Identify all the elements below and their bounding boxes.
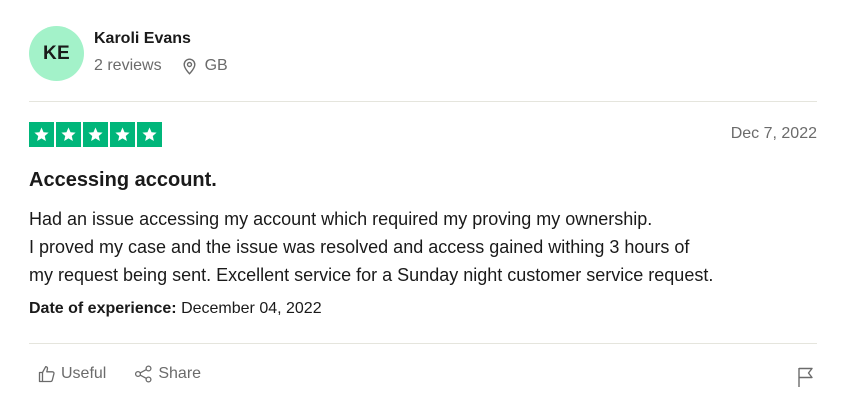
star-rating [29,122,162,147]
report-flag-button[interactable] [796,366,816,393]
star-icon [137,122,162,147]
review-actions: Useful Share [38,365,229,383]
share-icon [135,365,152,383]
review-card: KE Karoli Evans 2 reviews GB Dec 7, 2022… [0,0,846,416]
divider [29,101,817,102]
useful-label: Useful [61,365,107,382]
review-count: 2 reviews [94,57,162,74]
experience-date: December 04, 2022 [181,300,322,317]
share-label: Share [158,365,202,382]
star-icon [110,122,135,147]
date-of-experience: Date of experience: December 04, 2022 [29,300,322,318]
review-date: Dec 7, 2022 [730,125,817,142]
star-icon [83,122,108,147]
flag-icon [798,367,813,387]
star-icon [56,122,81,147]
reviewer-location: GB [182,57,228,75]
location-pin-icon [183,57,196,75]
useful-button[interactable]: Useful [38,365,106,383]
country-code: GB [204,57,228,74]
review-body-line: my request being sent. Excellent service… [29,265,714,285]
review-body: Had an issue accessing my account which … [29,205,829,289]
divider [29,343,817,344]
avatar[interactable]: KE [29,26,84,81]
review-body-line: I proved my case and the issue was resol… [29,237,690,257]
share-button[interactable]: Share [134,365,201,383]
thumbs-up-icon [38,366,55,383]
reviewer-meta: 2 reviews GB [94,57,228,75]
review-body-line: Had an issue accessing my account which … [29,209,653,229]
reviewer-name[interactable]: Karoli Evans [94,30,191,48]
experience-label: Date of experience: [29,300,177,317]
review-title[interactable]: Accessing account. [29,169,217,192]
star-icon [29,122,54,147]
